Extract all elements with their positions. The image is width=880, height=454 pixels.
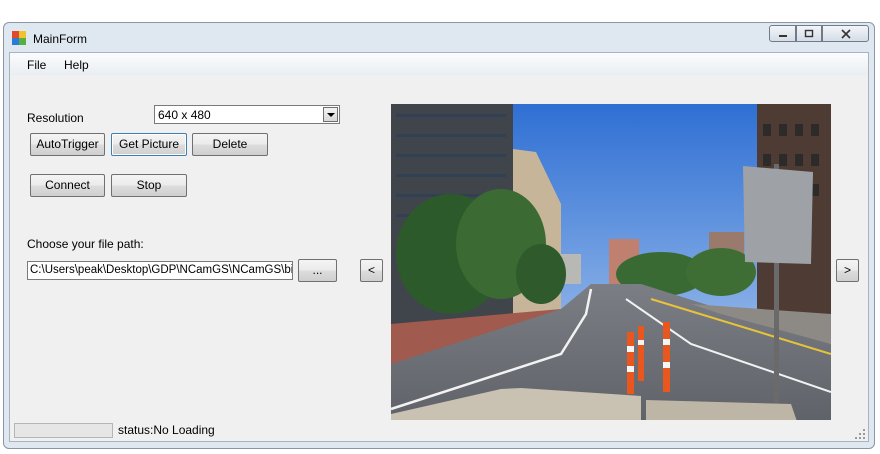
file-path-input[interactable]: C:\Users\peak\Desktop\GDP\NCamGS\NCamGS\… [27,261,293,280]
menu-bar: File Help [10,53,868,75]
delete-button[interactable]: Delete [192,133,268,156]
window-title: MainForm [33,32,88,46]
file-path-value: C:\Users\peak\Desktop\GDP\NCamGS\NCamGS\… [30,264,293,276]
get-picture-button[interactable]: Get Picture [111,133,187,156]
app-icon [12,31,26,45]
minimize-icon [778,34,787,37]
connect-button[interactable]: Connect [30,174,105,197]
menu-file[interactable]: File [27,58,46,72]
progress-bar [14,423,113,438]
resolution-select[interactable]: 640 x 480 [154,105,340,124]
title-bar[interactable]: MainForm [4,23,874,53]
resolution-label: Resolution [27,111,84,125]
previous-image-button[interactable]: < [360,259,383,282]
close-button[interactable] [822,25,869,42]
chevron-down-icon[interactable] [323,107,338,122]
next-image-button[interactable]: > [836,259,859,282]
menu-help[interactable]: Help [64,58,89,72]
stop-button[interactable]: Stop [111,174,187,197]
resolution-value: 640 x 480 [158,108,211,122]
minimize-button[interactable] [769,25,796,42]
file-path-label: Choose your file path: [27,237,144,251]
browse-button[interactable]: ... [298,259,337,282]
autotrigger-button[interactable]: AutoTrigger [30,133,105,156]
maximize-icon [804,29,814,37]
status-bar: status:No Loading [10,420,868,441]
maximize-button[interactable] [796,25,822,42]
resize-grip-icon[interactable] [855,429,865,439]
captured-picture [391,104,831,433]
close-icon [840,28,851,39]
status-text: status:No Loading [118,423,215,437]
client-area: File Help Resolution 640 x 480 AutoTrigg… [9,52,869,442]
main-window: MainForm File Help Resolution 640 x 480 … [3,22,875,449]
